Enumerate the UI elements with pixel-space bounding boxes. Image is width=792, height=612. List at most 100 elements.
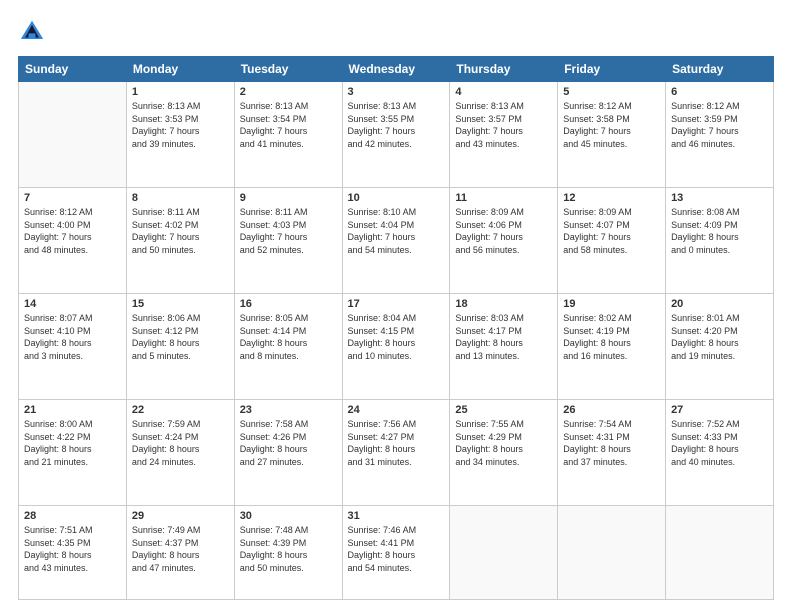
- week-row-1: 1 Sunrise: 8:13 AMSunset: 3:53 PMDaylight…: [19, 82, 774, 188]
- col-header-saturday: Saturday: [666, 57, 774, 82]
- day-info: Sunrise: 7:59 AMSunset: 4:24 PMDaylight:…: [132, 418, 229, 468]
- logo-icon: [18, 18, 46, 46]
- day-info: Sunrise: 7:52 AMSunset: 4:33 PMDaylight:…: [671, 418, 768, 468]
- day-info: Sunrise: 8:12 AMSunset: 4:00 PMDaylight:…: [24, 206, 121, 256]
- day-number: 12: [563, 192, 660, 204]
- day-info: Sunrise: 8:01 AMSunset: 4:20 PMDaylight:…: [671, 312, 768, 362]
- calendar-cell: 18 Sunrise: 8:03 AMSunset: 4:17 PMDayligh…: [450, 294, 558, 400]
- day-number: 28: [24, 510, 121, 522]
- day-info: Sunrise: 8:13 AMSunset: 3:57 PMDaylight:…: [455, 100, 552, 150]
- calendar-cell: 20 Sunrise: 8:01 AMSunset: 4:20 PMDayligh…: [666, 294, 774, 400]
- calendar-cell: 3Sunrise: 8:13 AMSunset: 3:55 PMDaylight…: [342, 82, 450, 188]
- day-number: 19: [563, 298, 660, 310]
- week-row-5: 28 Sunrise: 7:51 AMSunset: 4:35 PMDayligh…: [19, 506, 774, 600]
- day-info: Sunrise: 8:09 AMSunset: 4:06 PMDaylight:…: [455, 206, 552, 256]
- calendar-cell: 14 Sunrise: 8:07 AMSunset: 4:10 PMDayligh…: [19, 294, 127, 400]
- week-row-4: 21Sunrise: 8:00 AMSunset: 4:22 PMDayligh…: [19, 400, 774, 506]
- day-number: 30: [240, 510, 337, 522]
- day-number: 18: [455, 298, 552, 310]
- day-number: 20: [671, 298, 768, 310]
- day-number: 8: [132, 192, 229, 204]
- day-info: Sunrise: 7:51 AMSunset: 4:35 PMDaylight:…: [24, 524, 121, 574]
- day-info: Sunrise: 7:55 AMSunset: 4:29 PMDaylight:…: [455, 418, 552, 468]
- day-number: 25: [455, 404, 552, 416]
- day-number: 22: [132, 404, 229, 416]
- day-number: 1: [132, 86, 229, 98]
- calendar-cell: 28 Sunrise: 7:51 AMSunset: 4:35 PMDayligh…: [19, 506, 127, 600]
- calendar-cell: 12 Sunrise: 8:09 AMSunset: 4:07 PMDayligh…: [558, 188, 666, 294]
- day-info: Sunrise: 8:00 AMSunset: 4:22 PMDaylight:…: [24, 418, 121, 468]
- calendar-cell: 6Sunrise: 8:12 AMSunset: 3:59 PMDaylight…: [666, 82, 774, 188]
- day-number: 10: [348, 192, 445, 204]
- calendar-cell: 19 Sunrise: 8:02 AMSunset: 4:19 PMDayligh…: [558, 294, 666, 400]
- day-info: Sunrise: 7:56 AMSunset: 4:27 PMDaylight:…: [348, 418, 445, 468]
- day-info: Sunrise: 8:02 AMSunset: 4:19 PMDaylight:…: [563, 312, 660, 362]
- day-info: Sunrise: 7:49 AMSunset: 4:37 PMDaylight:…: [132, 524, 229, 574]
- calendar-cell: 2 Sunrise: 8:13 AMSunset: 3:54 PMDaylight…: [234, 82, 342, 188]
- calendar-cell: 9Sunrise: 8:11 AMSunset: 4:03 PMDaylight…: [234, 188, 342, 294]
- day-info: Sunrise: 7:58 AMSunset: 4:26 PMDaylight:…: [240, 418, 337, 468]
- day-info: Sunrise: 8:11 AMSunset: 4:03 PMDaylight:…: [240, 206, 337, 256]
- day-info: Sunrise: 7:54 AMSunset: 4:31 PMDaylight:…: [563, 418, 660, 468]
- day-info: Sunrise: 8:10 AMSunset: 4:04 PMDaylight:…: [348, 206, 445, 256]
- calendar-cell: 7 Sunrise: 8:12 AMSunset: 4:00 PMDaylight…: [19, 188, 127, 294]
- calendar-cell: 25 Sunrise: 7:55 AMSunset: 4:29 PMDayligh…: [450, 400, 558, 506]
- day-info: Sunrise: 8:04 AMSunset: 4:15 PMDaylight:…: [348, 312, 445, 362]
- day-number: 29: [132, 510, 229, 522]
- calendar-cell: [666, 506, 774, 600]
- calendar-cell: 29 Sunrise: 7:49 AMSunset: 4:37 PMDayligh…: [126, 506, 234, 600]
- calendar-cell: 30 Sunrise: 7:48 AMSunset: 4:39 PMDayligh…: [234, 506, 342, 600]
- day-number: 27: [671, 404, 768, 416]
- week-row-2: 7 Sunrise: 8:12 AMSunset: 4:00 PMDaylight…: [19, 188, 774, 294]
- calendar-cell: [19, 82, 127, 188]
- day-number: 14: [24, 298, 121, 310]
- day-info: Sunrise: 8:08 AMSunset: 4:09 PMDaylight:…: [671, 206, 768, 256]
- week-row-3: 14 Sunrise: 8:07 AMSunset: 4:10 PMDayligh…: [19, 294, 774, 400]
- calendar-table: SundayMondayTuesdayWednesdayThursdayFrid…: [18, 56, 774, 600]
- page: SundayMondayTuesdayWednesdayThursdayFrid…: [0, 0, 792, 612]
- calendar-cell: [450, 506, 558, 600]
- calendar-cell: 23 Sunrise: 7:58 AMSunset: 4:26 PMDayligh…: [234, 400, 342, 506]
- day-number: 4: [455, 86, 552, 98]
- day-info: Sunrise: 8:13 AMSunset: 3:55 PMDaylight:…: [348, 100, 445, 150]
- calendar-cell: [558, 506, 666, 600]
- calendar-cell: 4 Sunrise: 8:13 AMSunset: 3:57 PMDaylight…: [450, 82, 558, 188]
- day-number: 16: [240, 298, 337, 310]
- calendar-cell: 17 Sunrise: 8:04 AMSunset: 4:15 PMDayligh…: [342, 294, 450, 400]
- day-number: 7: [24, 192, 121, 204]
- day-info: Sunrise: 8:12 AMSunset: 3:58 PMDaylight:…: [563, 100, 660, 150]
- calendar-cell: 11 Sunrise: 8:09 AMSunset: 4:06 PMDayligh…: [450, 188, 558, 294]
- day-number: 31: [348, 510, 445, 522]
- col-header-monday: Monday: [126, 57, 234, 82]
- day-info: Sunrise: 8:05 AMSunset: 4:14 PMDaylight:…: [240, 312, 337, 362]
- calendar-cell: 13Sunrise: 8:08 AMSunset: 4:09 PMDayligh…: [666, 188, 774, 294]
- calendar-cell: 27 Sunrise: 7:52 AMSunset: 4:33 PMDayligh…: [666, 400, 774, 506]
- day-info: Sunrise: 8:12 AMSunset: 3:59 PMDaylight:…: [671, 100, 768, 150]
- col-header-tuesday: Tuesday: [234, 57, 342, 82]
- col-header-thursday: Thursday: [450, 57, 558, 82]
- day-info: Sunrise: 8:13 AMSunset: 3:54 PMDaylight:…: [240, 100, 337, 150]
- col-header-friday: Friday: [558, 57, 666, 82]
- day-info: Sunrise: 8:13 AMSunset: 3:53 PMDaylight:…: [132, 100, 229, 150]
- logo: [18, 18, 50, 46]
- day-number: 2: [240, 86, 337, 98]
- day-info: Sunrise: 8:09 AMSunset: 4:07 PMDaylight:…: [563, 206, 660, 256]
- calendar-cell: 1 Sunrise: 8:13 AMSunset: 3:53 PMDaylight…: [126, 82, 234, 188]
- day-info: Sunrise: 7:48 AMSunset: 4:39 PMDaylight:…: [240, 524, 337, 574]
- calendar-cell: 22 Sunrise: 7:59 AMSunset: 4:24 PMDayligh…: [126, 400, 234, 506]
- calendar-cell: 31Sunrise: 7:46 AMSunset: 4:41 PMDayligh…: [342, 506, 450, 600]
- calendar-cell: 8Sunrise: 8:11 AMSunset: 4:02 PMDaylight…: [126, 188, 234, 294]
- calendar-cell: 5 Sunrise: 8:12 AMSunset: 3:58 PMDaylight…: [558, 82, 666, 188]
- header: [18, 18, 774, 46]
- day-number: 17: [348, 298, 445, 310]
- day-info: Sunrise: 8:07 AMSunset: 4:10 PMDaylight:…: [24, 312, 121, 362]
- day-info: Sunrise: 8:03 AMSunset: 4:17 PMDaylight:…: [455, 312, 552, 362]
- header-row: SundayMondayTuesdayWednesdayThursdayFrid…: [19, 57, 774, 82]
- day-number: 24: [348, 404, 445, 416]
- day-number: 5: [563, 86, 660, 98]
- calendar-cell: 21Sunrise: 8:00 AMSunset: 4:22 PMDayligh…: [19, 400, 127, 506]
- day-number: 23: [240, 404, 337, 416]
- day-number: 11: [455, 192, 552, 204]
- col-header-wednesday: Wednesday: [342, 57, 450, 82]
- col-header-sunday: Sunday: [19, 57, 127, 82]
